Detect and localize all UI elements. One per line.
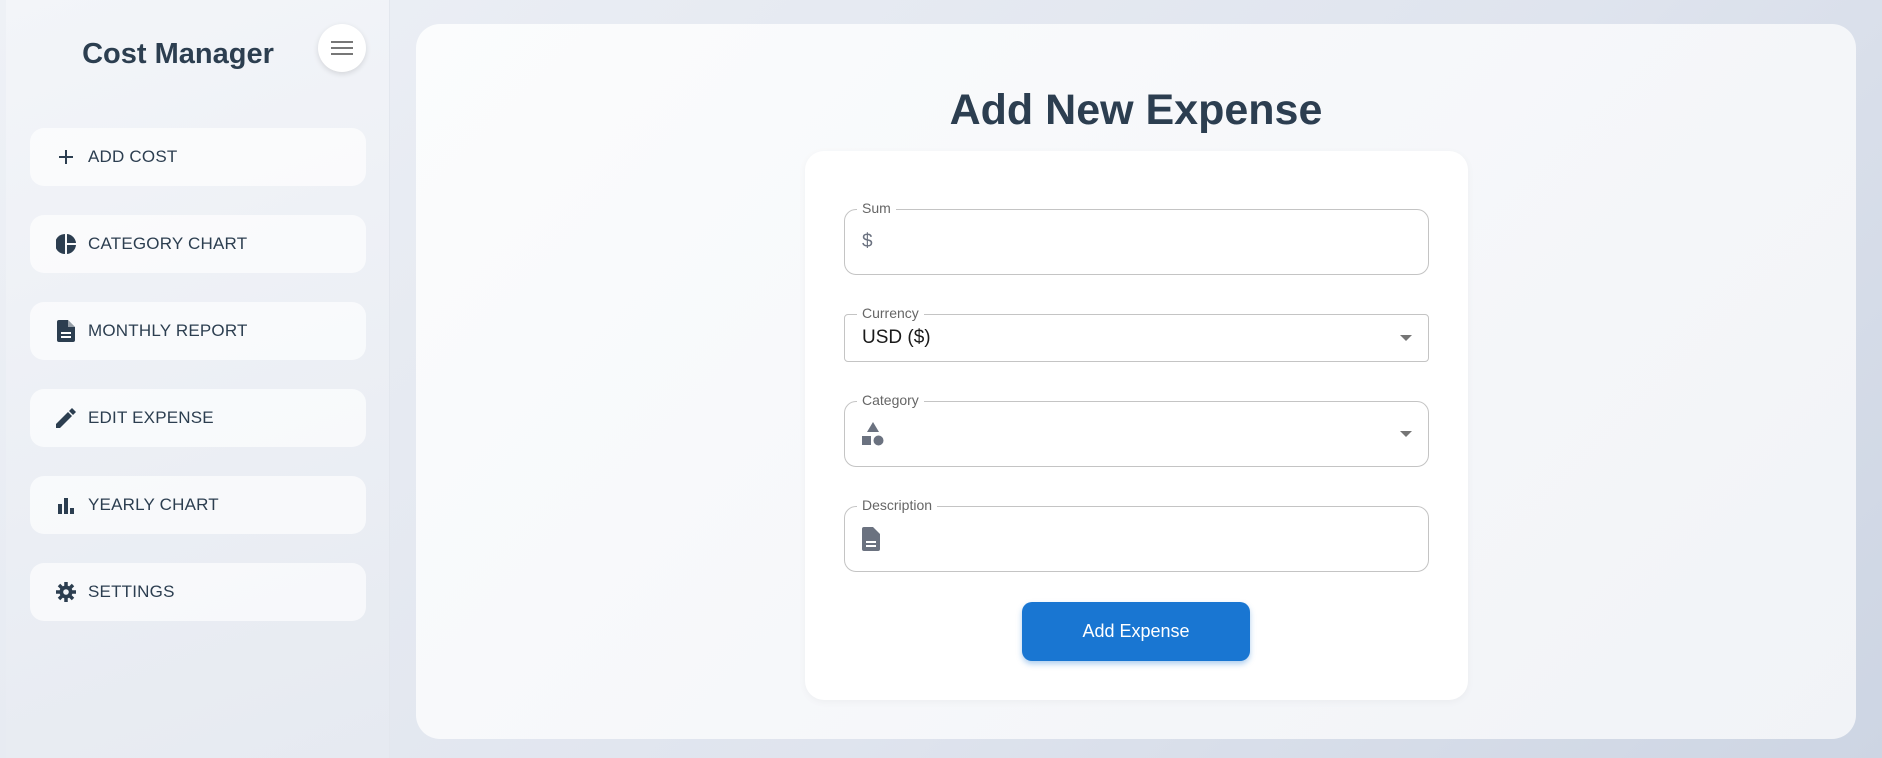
- chevron-down-icon: [1400, 431, 1412, 437]
- sum-label: Sum: [857, 200, 896, 216]
- sidebar-item-add-cost[interactable]: ADD COST: [30, 128, 366, 186]
- category-shapes-icon: [862, 422, 884, 446]
- currency-label: Currency: [857, 305, 924, 321]
- dollar-icon: $: [862, 231, 873, 252]
- currency-value: USD ($): [862, 327, 931, 348]
- add-expense-button[interactable]: Add Expense: [1022, 602, 1250, 661]
- category-label: Category: [857, 392, 924, 408]
- hamburger-icon: [331, 41, 353, 55]
- description-input[interactable]: Description: [844, 497, 1429, 572]
- currency-select[interactable]: Currency USD ($): [844, 305, 1429, 362]
- sidebar-item-label: SETTINGS: [88, 582, 175, 601]
- category-select[interactable]: Category: [844, 392, 1429, 467]
- plus-icon: [54, 145, 78, 169]
- description-label: Description: [857, 497, 938, 513]
- menu-toggle-button[interactable]: [318, 24, 366, 72]
- sidebar-item-label: MONTHLY REPORT: [88, 321, 248, 340]
- bar-chart-icon: [54, 493, 78, 517]
- page-title: Add New Expense: [949, 86, 1323, 134]
- sidebar-item-category-chart[interactable]: CATEGORY CHART: [30, 215, 366, 273]
- sidebar-item-label: YEARLY CHART: [88, 495, 219, 514]
- sidebar-item-label: ADD COST: [88, 147, 178, 166]
- sidebar-item-edit-expense[interactable]: EDIT EXPENSE: [30, 389, 366, 447]
- chevron-down-icon: [1400, 335, 1412, 341]
- sidebar-item-yearly-chart[interactable]: YEARLY CHART: [30, 476, 366, 534]
- pie-chart-icon: [54, 232, 78, 256]
- sidebar-item-settings[interactable]: SETTINGS: [30, 563, 366, 621]
- document-icon: [54, 319, 78, 343]
- document-icon: [862, 527, 880, 551]
- sidebar-item-label: EDIT EXPENSE: [88, 408, 214, 427]
- sum-input[interactable]: Sum $: [844, 200, 1429, 275]
- pencil-icon: [54, 406, 78, 430]
- sidebar-item-label: CATEGORY CHART: [88, 234, 248, 253]
- sidebar: Cost Manager ADD COST CATEGORY CHART MON…: [6, 0, 390, 758]
- sidebar-item-monthly-report[interactable]: MONTHLY REPORT: [30, 302, 366, 360]
- gear-icon: [54, 580, 78, 604]
